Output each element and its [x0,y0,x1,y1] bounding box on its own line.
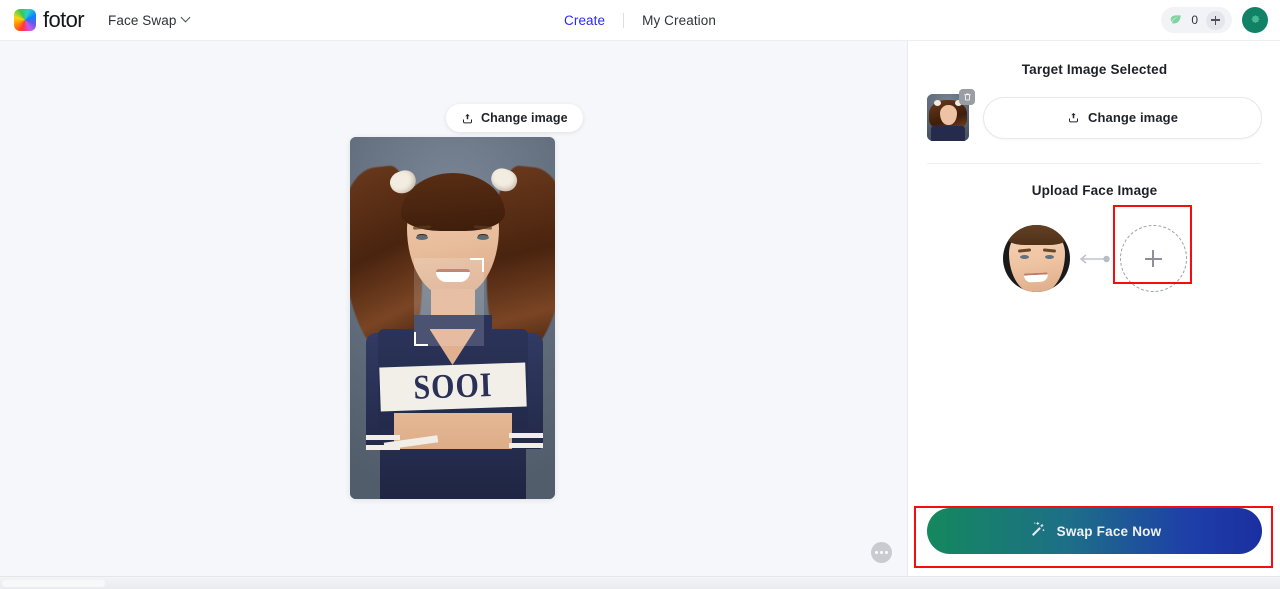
face-box-corner-top-right [470,258,484,272]
portrait-cuff-stripe [366,445,400,450]
target-image-preview[interactable]: SOOI [350,137,555,499]
upload-face-slot[interactable] [1119,225,1187,292]
swap-action-area: Swap Face Now [927,508,1262,554]
brand-logo[interactable]: fotor [14,7,85,32]
top-bar-right-actions: 0 [1161,7,1268,33]
portrait-cuff-stripe [509,443,543,448]
face-hair [1005,225,1068,245]
brand-name: fotor [43,7,85,32]
top-navigation-bar: fotor Face Swap Create My Creation 0 [0,0,1280,41]
panel-change-image-label: Change image [1087,110,1179,125]
upload-face-section-title: Upload Face Image [1031,183,1158,198]
trash-icon[interactable] [959,89,975,105]
portrait-cuff-stripe [366,435,400,440]
panel-change-image-button[interactable]: Change image [983,96,1262,139]
horizontal-scrollbar[interactable] [0,576,1280,589]
portrait-eye-right [477,235,489,240]
section-divider [927,163,1262,164]
canvas-change-image-button[interactable]: Change image [446,104,583,132]
user-avatar-icon[interactable] [1242,7,1268,33]
swap-face-now-button[interactable]: Swap Face Now [927,508,1262,554]
credits-pill[interactable]: 0 [1161,7,1232,33]
canvas-change-image-label: Change image [481,111,568,125]
fotor-color-wheel-icon [14,9,36,31]
image-canvas-area: Change image SOOI [0,41,908,576]
credits-count: 0 [1191,13,1198,27]
uniform-text: SOOI [412,366,494,407]
portrait-skirt [380,449,526,499]
right-side-panel: Target Image Selected Change image Uploa… [909,41,1280,576]
portrait-cuff-stripe [509,433,543,438]
plus-icon [1144,250,1162,267]
thumb-bow-left [934,100,941,106]
face-box-corner-bottom-left [414,332,428,346]
chevron-down-icon [182,14,191,23]
tool-dropdown-face-swap[interactable]: Face Swap [108,13,191,28]
primary-nav: Create My Creation [546,12,734,28]
dot [875,551,878,554]
tool-dropdown-label: Face Swap [108,12,177,28]
thumb-body [931,126,965,141]
arrow-left-icon [1076,253,1114,265]
scrollbar-thumb[interactable] [2,580,105,587]
detected-face-thumbnail[interactable] [1002,225,1070,292]
target-image-row: Change image [927,89,1262,141]
target-section-title: Target Image Selected [1021,62,1168,77]
portrait-eye-left [416,235,428,240]
target-thumbnail-wrapper[interactable] [927,89,975,141]
upload-icon [461,112,474,125]
face-mapping-row [909,225,1280,292]
dot [880,551,883,554]
face-detection-box[interactable] [414,258,484,346]
nav-item-create[interactable]: Create [546,13,623,28]
swap-face-now-label: Swap Face Now [1056,523,1162,539]
ellipsis-icon[interactable] [871,542,892,563]
magic-wand-icon [1028,519,1047,543]
upload-icon [1067,111,1080,124]
face-eye-right [1044,255,1054,259]
face-eye-left [1019,255,1029,259]
plus-icon[interactable] [1206,10,1225,30]
portrait-uniform-band: SOOI [379,362,527,412]
leaf-icon [1169,13,1183,27]
dot [885,551,888,554]
nav-item-my-creation[interactable]: My Creation [624,13,734,28]
